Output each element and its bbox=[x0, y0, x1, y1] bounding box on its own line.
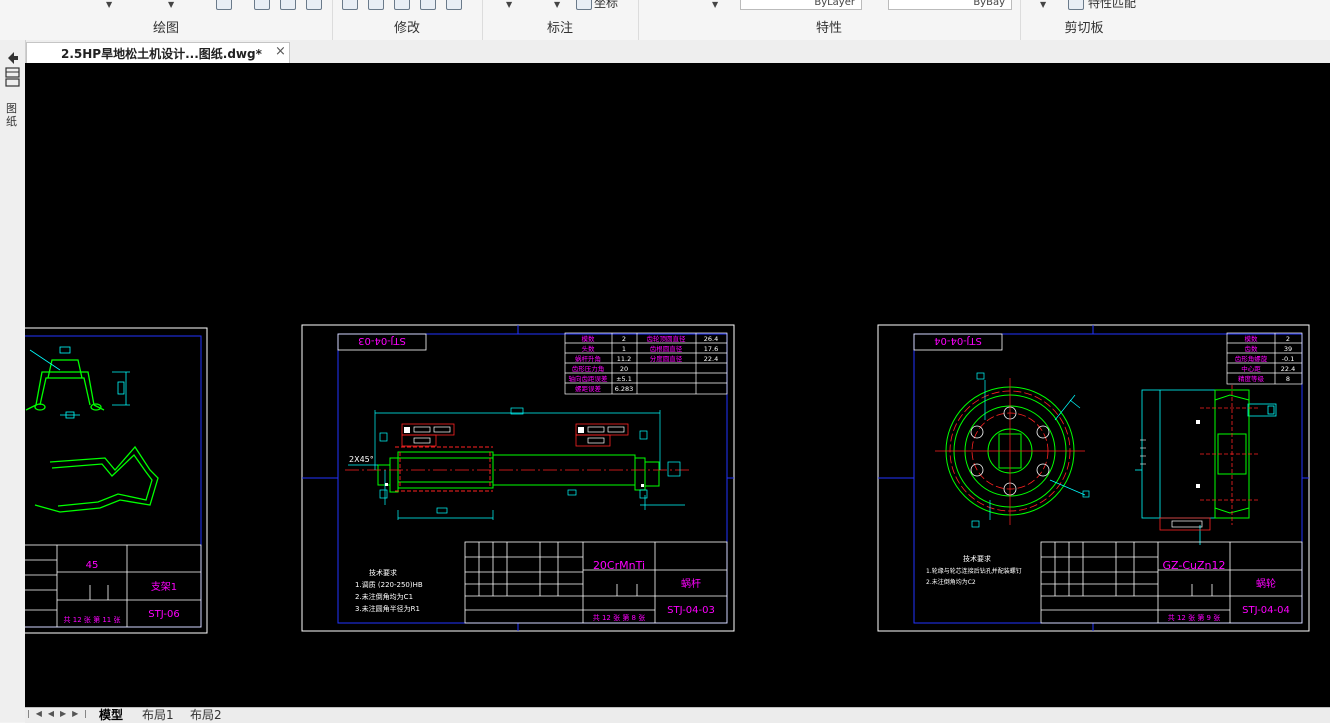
chevron-down-icon[interactable]: ▼ bbox=[712, 0, 718, 9]
group-label-draw: 绘图 bbox=[152, 21, 179, 36]
stj0404-material: GZ-CuZn12 bbox=[1163, 559, 1226, 572]
stj06-part-name: 支架1 bbox=[151, 581, 177, 593]
stj0404-sheet: 共 12 张 第 9 张 bbox=[1168, 613, 1221, 622]
stj06-value: 45 bbox=[86, 560, 99, 571]
boundary-icon[interactable] bbox=[306, 0, 322, 10]
tab-layout2[interactable]: 布局2 bbox=[190, 708, 222, 723]
sheet-panel-icon[interactable] bbox=[4, 48, 21, 88]
param-value: 26.4 bbox=[704, 335, 718, 343]
param-label: 轴向齿距误差 bbox=[569, 374, 609, 383]
mirror-icon[interactable] bbox=[420, 0, 436, 10]
copy-icon[interactable] bbox=[368, 0, 384, 10]
param-value: 1 bbox=[622, 345, 626, 353]
stj0403-corner-code: STJ-04-03 bbox=[358, 335, 406, 346]
annotate-group: ▼ ▼ 坐标 标注 bbox=[482, 0, 639, 40]
param-label: 齿根圆直径 bbox=[650, 344, 683, 353]
param-label: 模数 bbox=[582, 334, 596, 343]
hatch-icon[interactable] bbox=[254, 0, 270, 10]
stj0403-material: 20CrMnTi bbox=[593, 559, 645, 572]
param-value: 2 bbox=[1286, 335, 1290, 343]
document-title: 2.5HP旱地松土机设计...图纸.dwg* bbox=[61, 47, 262, 61]
param-label: 中心距 bbox=[1241, 364, 1261, 373]
stj0404-note-2: 2.未注倒角均为C2 bbox=[926, 578, 976, 586]
param-label: 齿轮顶圆直径 bbox=[647, 334, 687, 343]
group-label-modify: 修改 bbox=[393, 21, 420, 36]
param-value: 22.4 bbox=[1281, 365, 1295, 373]
stj0404-notes-title: 技术要求 bbox=[963, 554, 991, 563]
clipboard-group: ▼ 特性匹配 剪切板 bbox=[1020, 0, 1148, 40]
left-sidebar: 图纸 bbox=[0, 40, 26, 722]
model-space[interactable]: 45 支架1 STJ-06 共 12 张 第 11 张 STJ-04-03 模数… bbox=[25, 63, 1330, 707]
stj06-code: STJ-06 bbox=[148, 609, 179, 620]
ribbon: ▼ ▼ 绘图 修改 ▼ ▼ 坐标 标注 ▼ ByLayer ByBay 特性 ▼… bbox=[0, 0, 1330, 41]
param-value: 8 bbox=[1286, 375, 1290, 383]
param-label: 齿形角螺旋 bbox=[1235, 354, 1268, 363]
stj0403-sheet: 共 12 张 第 8 张 bbox=[593, 613, 646, 622]
stj0403-notes-title: 技术要求 bbox=[369, 568, 397, 577]
stj06-sheet: 共 12 张 第 11 张 bbox=[64, 615, 121, 624]
param-label: 头数 bbox=[582, 344, 596, 353]
draw-group: ▼ ▼ 绘图 bbox=[0, 0, 333, 40]
group-label-properties: 特性 bbox=[815, 21, 842, 36]
param-label: 蜗杆升角 bbox=[575, 354, 601, 363]
coordinate-label[interactable]: 坐标 bbox=[594, 0, 618, 11]
chamfer-dimension: 2X45° bbox=[349, 455, 374, 464]
param-value: 6.283 bbox=[615, 385, 634, 393]
param-label: 螺距误差 bbox=[575, 384, 602, 393]
stj0403-note-2: 2.未注倒角均为C1 bbox=[355, 592, 413, 601]
stj0404-note-1: 1.轮缘与轮芯连接后钻孔并配装螺钉 bbox=[926, 567, 1022, 575]
line-icon[interactable] bbox=[216, 0, 232, 10]
lineweight-select[interactable]: ByBay bbox=[888, 0, 1012, 10]
param-value: 39 bbox=[1284, 345, 1292, 353]
group-label-clipboard: 剪切板 bbox=[1064, 21, 1104, 36]
document-tabbar: 2.5HP旱地松土机设计...图纸.dwg* × bbox=[0, 40, 1330, 64]
param-value: -0.1 bbox=[1282, 355, 1295, 363]
match-properties-icon[interactable] bbox=[1068, 0, 1084, 10]
param-value: 11.2 bbox=[617, 355, 631, 363]
document-tab[interactable]: 2.5HP旱地松土机设计...图纸.dwg* × bbox=[26, 42, 290, 64]
param-value: 20 bbox=[620, 365, 628, 373]
stj0404-corner-code: STJ-04-04 bbox=[934, 335, 982, 346]
close-icon[interactable]: × bbox=[275, 44, 286, 59]
tab-layout1[interactable]: 布局1 bbox=[142, 708, 174, 723]
coordinate-icon[interactable] bbox=[576, 0, 592, 10]
stj0403-note-1: 1.调质 (220-250)HB bbox=[355, 580, 423, 589]
param-value: 2 bbox=[622, 335, 626, 343]
param-label: 精度等级 bbox=[1238, 374, 1265, 383]
stj0404-code: STJ-04-04 bbox=[1242, 605, 1290, 616]
chevron-down-icon[interactable]: ▼ bbox=[506, 0, 512, 9]
sheet-panel-label[interactable]: 图纸 bbox=[6, 102, 20, 128]
drawing-canvas[interactable]: 45 支架1 STJ-06 共 12 张 第 11 张 STJ-04-03 模数… bbox=[25, 63, 1330, 707]
properties-group: ▼ ByLayer ByBay 特性 bbox=[638, 0, 1021, 40]
drawing-sheet-stj0403[interactable]: STJ-04-03 模数 2 齿轮顶圆直径 26.4 头数 1 齿根圆直径 17… bbox=[301, 324, 735, 632]
chevron-down-icon[interactable]: ▼ bbox=[1040, 0, 1046, 9]
region-icon[interactable] bbox=[280, 0, 296, 10]
tab-model[interactable]: 模型 bbox=[99, 708, 123, 723]
linetype-select[interactable]: ByLayer bbox=[740, 0, 862, 10]
param-value: 17.6 bbox=[704, 345, 718, 353]
drawing-sheet-stj0404[interactable]: STJ-04-04 模数 2 齿数 39 齿形角螺旋 -0.1 中心距 22.4… bbox=[877, 324, 1310, 632]
param-label: 齿数 bbox=[1245, 344, 1259, 353]
group-label-annotate: 标注 bbox=[546, 21, 573, 36]
edit-icon[interactable] bbox=[446, 0, 462, 10]
match-properties-label[interactable]: 特性匹配 bbox=[1088, 0, 1136, 11]
modify-group: 修改 bbox=[332, 0, 483, 40]
param-value: ±5.1 bbox=[616, 375, 632, 383]
layout-tabbar: |◀◀▶▶| 模型 布局1 布局2 bbox=[25, 707, 1330, 723]
param-label: 模数 bbox=[1245, 334, 1259, 343]
rotate-icon[interactable] bbox=[394, 0, 410, 10]
chevron-down-icon[interactable]: ▼ bbox=[106, 0, 112, 9]
stj0404-part-name: 蜗轮 bbox=[1256, 577, 1276, 590]
move-icon[interactable] bbox=[342, 0, 358, 10]
chevron-down-icon[interactable]: ▼ bbox=[168, 0, 174, 9]
param-label: 齿形压力角 bbox=[572, 364, 605, 373]
stj0403-part-name: 蜗杆 bbox=[681, 578, 701, 590]
param-label: 分度圆直径 bbox=[650, 354, 683, 363]
stj0403-code: STJ-04-03 bbox=[667, 605, 715, 616]
chevron-down-icon[interactable]: ▼ bbox=[554, 0, 560, 9]
tab-navigation-icon[interactable]: |◀◀▶▶| bbox=[27, 709, 93, 718]
param-value: 22.4 bbox=[704, 355, 718, 363]
drawing-sheet-stj06[interactable]: 45 支架1 STJ-06 共 12 张 第 11 张 bbox=[25, 327, 208, 634]
stj0403-note-3: 3.未注圆角半径为R1 bbox=[355, 604, 420, 613]
